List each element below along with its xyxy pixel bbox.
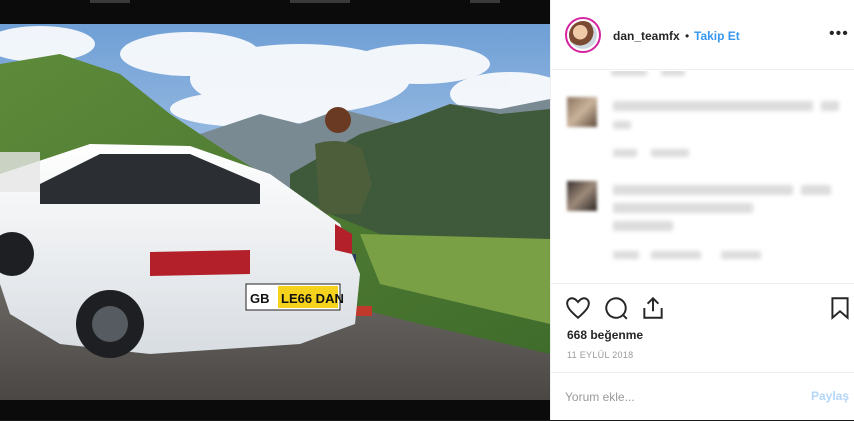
- blurred-meta: [721, 251, 761, 259]
- blurred-meta: [613, 251, 639, 259]
- separator-dot: •: [685, 29, 690, 43]
- post-comment-button[interactable]: Paylaş: [811, 389, 849, 403]
- bookmark-icon[interactable]: [827, 295, 853, 321]
- blurred-text: [611, 71, 647, 76]
- blurred-comment: [821, 101, 839, 111]
- comment-icon[interactable]: [603, 295, 629, 321]
- more-icon[interactable]: •••: [829, 25, 849, 43]
- blurred-comment: [801, 185, 831, 195]
- post-actions: 668 beğenme 11 EYLÜL 2018 Paylaş: [551, 283, 854, 420]
- instagram-post-viewer: GB LE66 DAN dan_teamfx • Takip Et ••• 66…: [0, 0, 854, 420]
- top-sliver: [90, 0, 130, 3]
- blurred-comment: [613, 203, 753, 213]
- bottom-bar: [0, 400, 550, 420]
- blurred-comment: [613, 121, 631, 129]
- blurred-comment: [613, 185, 793, 195]
- heart-icon[interactable]: [565, 295, 591, 321]
- blurred-comment: [613, 221, 673, 231]
- blurred-meta: [651, 251, 701, 259]
- commenter-avatar[interactable]: [567, 97, 597, 127]
- username[interactable]: dan_teamfx: [613, 29, 680, 43]
- follow-button[interactable]: Takip Et: [694, 29, 740, 43]
- comment-box: Paylaş: [551, 372, 854, 421]
- second-car: [0, 152, 40, 192]
- share-icon[interactable]: [640, 295, 666, 321]
- blurred-text: [661, 71, 685, 76]
- top-sliver: [290, 0, 350, 3]
- photo-scene: GB LE66 DAN: [0, 24, 550, 400]
- post-photo[interactable]: GB LE66 DAN: [0, 24, 550, 400]
- post-sidebar: dan_teamfx • Takip Et ••• 668 beğenme 11…: [550, 0, 854, 420]
- license-plate: LE66 DAN: [281, 291, 344, 306]
- commenter-avatar[interactable]: [567, 181, 597, 211]
- blurred-comment: [613, 101, 813, 111]
- plate-prefix: GB: [250, 291, 270, 306]
- avatar[interactable]: [565, 17, 601, 53]
- blurred-meta: [613, 149, 637, 157]
- comments-section: [551, 71, 854, 283]
- top-sliver: [470, 0, 500, 3]
- blurred-meta: [651, 149, 689, 157]
- avatar-image: [569, 21, 597, 49]
- likes-count[interactable]: 668 beğenme: [567, 328, 643, 342]
- post-header: dan_teamfx • Takip Et •••: [551, 0, 854, 70]
- comment-input[interactable]: [565, 387, 785, 407]
- post-date: 11 EYLÜL 2018: [567, 350, 634, 360]
